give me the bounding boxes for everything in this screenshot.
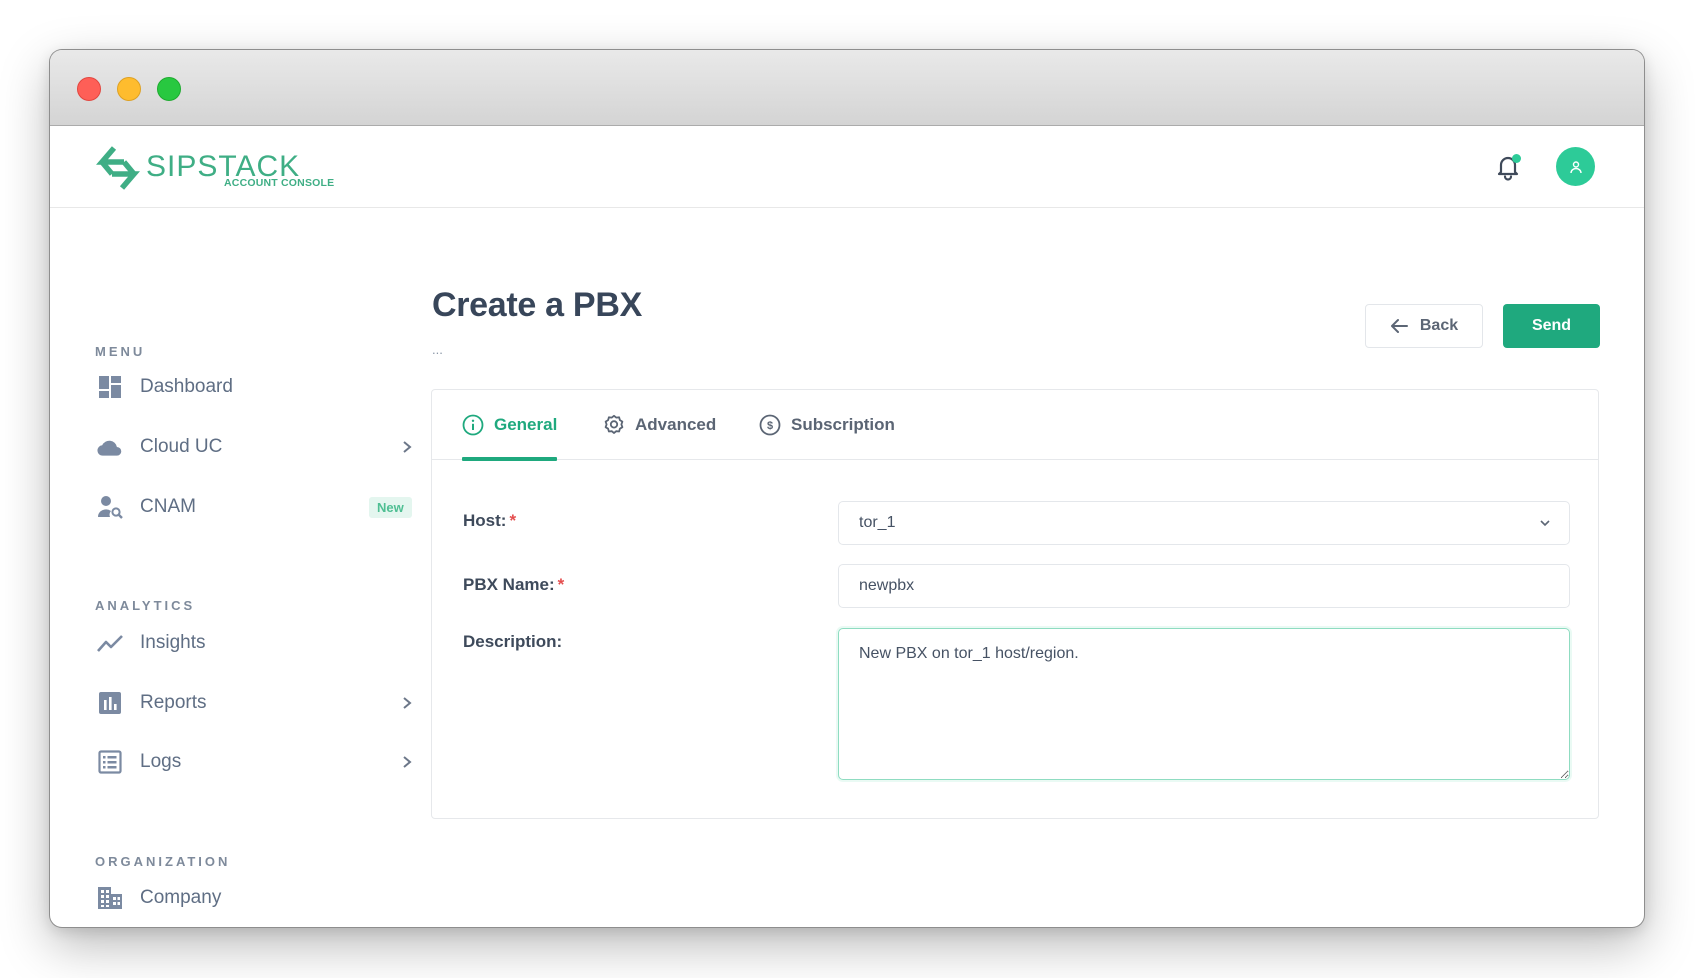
section-title-menu: MENU (95, 344, 146, 359)
required-marker: * (557, 575, 565, 594)
sipstack-logo-icon (96, 146, 140, 190)
chevron-right-icon (403, 697, 412, 709)
tab-label: Subscription (791, 415, 895, 434)
brand-subtitle: ACCOUNT CONSOLE (224, 177, 335, 189)
send-button-label: Send (1531, 317, 1572, 334)
tab-label: General (494, 415, 558, 434)
info-icon (462, 414, 484, 436)
chevron-right-icon (403, 441, 412, 453)
brand-logo[interactable]: SIPSTACK ACCOUNT CONSOLE (94, 144, 334, 192)
sidebar-item-label: Cloud UC (140, 436, 223, 457)
sidebar-item-label: Reports (140, 692, 207, 713)
dollar-icon: $ (759, 414, 781, 436)
sidebar-item-cnam[interactable]: CNAM New (95, 487, 415, 527)
required-marker: * (509, 511, 517, 530)
sidebar-item-cloud-uc[interactable]: Cloud UC (95, 427, 415, 467)
tab-general[interactable]: General (462, 390, 558, 461)
minimize-window-button[interactable] (117, 77, 141, 101)
user-icon (1569, 160, 1582, 173)
sidebar-item-label: Dashboard (140, 376, 233, 397)
app-header: SIPSTACK ACCOUNT CONSOLE (50, 127, 1644, 208)
section-title-analytics: ANALYTICS (95, 598, 196, 613)
description-label: Description: (463, 632, 562, 652)
cloud-icon (97, 434, 123, 460)
host-label: Host: * (463, 511, 516, 531)
description-label-text: Description: (463, 632, 563, 651)
back-button-label: Back (1419, 317, 1459, 334)
building-icon (97, 885, 123, 911)
sidebar-item-company[interactable]: Company (95, 878, 415, 918)
send-button[interactable]: Send (1503, 304, 1600, 348)
sidebar-item-dashboard[interactable]: Dashboard (95, 367, 415, 407)
notifications-button[interactable] (1494, 153, 1522, 181)
new-badge: New (369, 496, 412, 518)
pbx-name-label: PBX Name: * (463, 575, 564, 595)
sidebar-item-label: Insights (140, 632, 206, 653)
dashboard-icon (97, 374, 123, 400)
pbx-name-label-text: PBX Name: (463, 575, 555, 594)
sidebar-item-logs[interactable]: Logs (95, 742, 415, 782)
notification-indicator (1512, 154, 1521, 163)
user-search-icon (97, 494, 123, 520)
close-window-button[interactable] (77, 77, 101, 101)
section-title-organization: ORGANIZATION (95, 854, 231, 869)
back-button[interactable]: Back (1365, 304, 1483, 348)
page-subtitle: ... (432, 342, 443, 357)
tab-advanced[interactable]: Advanced (603, 390, 716, 460)
sidebar-item-label: Logs (140, 751, 182, 772)
maximize-window-button[interactable] (157, 77, 181, 101)
arrow-left-icon (1390, 319, 1408, 333)
description-textarea[interactable]: New PBX on tor_1 host/region. (838, 628, 1570, 780)
gear-icon (604, 414, 624, 434)
sidebar-item-reports[interactable]: Reports (95, 683, 415, 723)
form-tabs: General Advanced $ Subscription (432, 390, 1598, 461)
user-avatar-button[interactable] (1556, 147, 1595, 186)
bar-chart-icon (97, 690, 123, 716)
host-select-value: tor_1 (859, 514, 896, 531)
host-label-text: Host: (463, 511, 507, 530)
pbx-form-card: General Advanced $ Subscription Host: * t… (431, 389, 1599, 819)
tab-subscription[interactable]: $ Subscription (759, 390, 895, 460)
trend-line-icon (97, 630, 123, 656)
window-titlebar (50, 50, 1644, 126)
sidebar-item-label: CNAM (140, 496, 196, 517)
tab-label: Advanced (635, 415, 717, 434)
list-icon (97, 749, 123, 775)
svg-text:$: $ (767, 420, 773, 432)
page-title: Create a PBX (432, 286, 642, 324)
sidebar-item-label: Company (140, 887, 222, 908)
sidebar-item-insights[interactable]: Insights (95, 623, 415, 663)
chevron-down-icon (1540, 520, 1550, 527)
chevron-right-icon (403, 756, 412, 768)
host-select[interactable]: tor_1 (838, 501, 1570, 545)
sidebar-nav: MENU Dashboard Cloud UC CNAM New ANALYTI… (95, 208, 425, 927)
pbx-name-input[interactable] (838, 564, 1570, 608)
